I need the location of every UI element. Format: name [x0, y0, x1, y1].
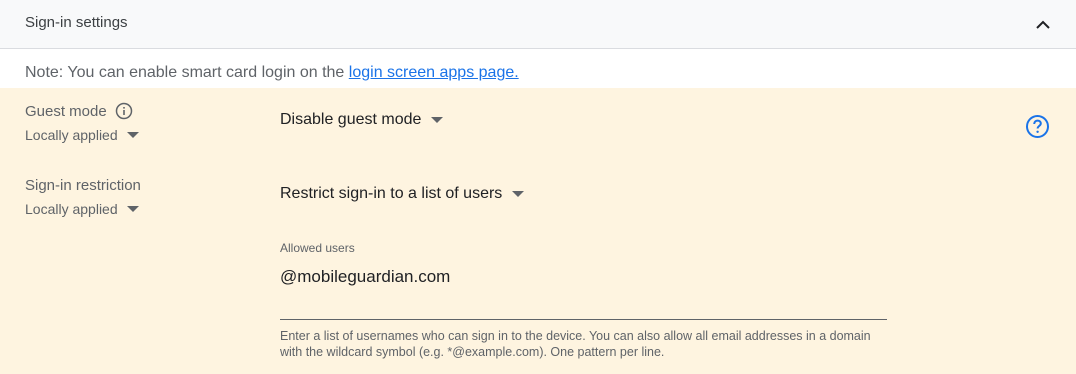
caret-down-icon [512, 191, 525, 197]
caret-down-icon [126, 132, 139, 138]
sign-in-restriction-value: Restrict sign-in to a list of users [280, 185, 503, 202]
help-circle-icon[interactable] [1025, 114, 1050, 139]
smart-card-note: Note: You can enable smart card login on… [25, 64, 519, 82]
allowed-users-field[interactable]: @mobileguardian.com [280, 265, 887, 320]
guest-mode-label: Guest mode [25, 102, 107, 120]
guest-mode-value: Disable guest mode [280, 111, 422, 128]
section-title: Sign-in settings [25, 14, 128, 31]
note-text: Note: You can enable smart card login on… [25, 64, 349, 81]
caret-down-icon [431, 117, 444, 123]
allowed-users-label: Allowed users [280, 241, 355, 255]
login-screen-apps-link[interactable]: login screen apps page. [349, 64, 519, 81]
sign-in-restriction-applied-dropdown[interactable]: Locally applied [25, 201, 139, 217]
guest-mode-applied-dropdown[interactable]: Locally applied [25, 127, 139, 143]
sign-in-restriction-label: Sign-in restriction [25, 177, 141, 194]
guest-mode-select[interactable]: Disable guest mode [280, 111, 444, 129]
chevron-up-icon[interactable] [1031, 12, 1055, 36]
sign-in-restriction-applied-label: Locally applied [25, 201, 118, 217]
allowed-users-help: Enter a list of usernames who can sign i… [280, 329, 871, 359]
info-icon[interactable] [115, 102, 133, 120]
caret-down-icon [126, 206, 139, 212]
section-header[interactable]: Sign-in settings [0, 0, 1076, 49]
guest-mode-label-row: Guest mode [25, 102, 133, 120]
guest-mode-applied-label: Locally applied [25, 127, 118, 143]
sign-in-restriction-select[interactable]: Restrict sign-in to a list of users [280, 185, 525, 203]
sign-in-restriction-label-row: Sign-in restriction [25, 177, 141, 194]
